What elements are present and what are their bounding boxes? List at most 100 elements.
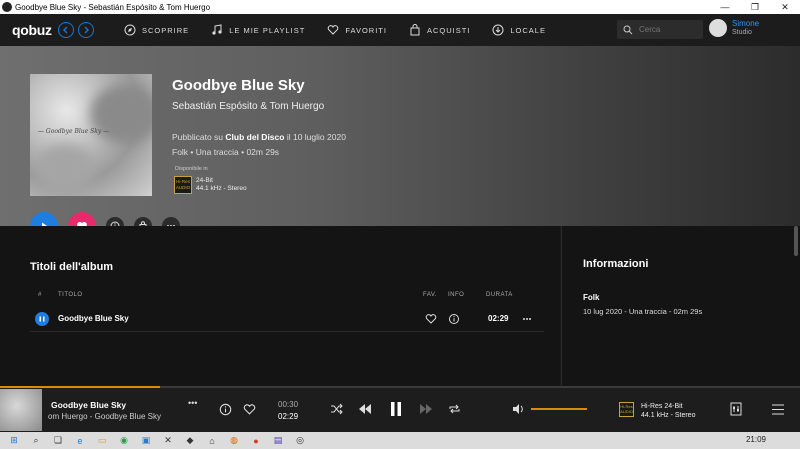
qobuz-logo[interactable]: qobuz xyxy=(12,22,58,38)
heart-icon[interactable] xyxy=(243,403,256,416)
hires-audio-badge: Hi-Res AUDIO xyxy=(619,402,634,417)
quality-samplerate: 44.1 kHz - Stereo xyxy=(641,412,696,419)
quality-bitdepth: Hi-Res 24-Bit xyxy=(641,403,683,410)
quality-samplerate: 44.1 kHz - Stereo xyxy=(196,185,247,192)
player-more-button[interactable]: ••• xyxy=(188,398,197,408)
queue-icon[interactable] xyxy=(771,404,785,415)
window-title: Goodbye Blue Sky - Sebastián Espósito & … xyxy=(15,2,211,12)
nav-locale[interactable]: LOCALE xyxy=(492,24,546,36)
table-row[interactable]: Goodbye Blue Sky 02:29 xyxy=(30,308,544,332)
app-icon[interactable]: ◆ xyxy=(182,435,198,447)
published-date: il 10 luglio 2020 xyxy=(286,132,346,142)
chevron-right-icon xyxy=(84,26,89,34)
more-dots-icon[interactable] xyxy=(522,316,532,322)
forward-button[interactable] xyxy=(78,22,94,38)
audio-settings-icon[interactable] xyxy=(730,402,742,416)
user-name: Simone xyxy=(732,19,760,28)
album-header: — Goodbye Blue Sky — Goodbye Blue Sky Se… xyxy=(0,46,800,240)
hires-audio-badge: Hi-Res AUDIO xyxy=(174,176,192,194)
nav-label: LOCALE xyxy=(510,25,546,35)
info-title: Informazioni xyxy=(583,258,649,270)
qobuz-taskbar-icon[interactable]: ◎ xyxy=(292,435,308,447)
volume-slider[interactable] xyxy=(531,408,587,410)
player-bar: Goodbye Blue Sky om Huergo - Goodbye Blu… xyxy=(0,386,800,432)
search-box[interactable] xyxy=(617,20,703,39)
album-cover: — Goodbye Blue Sky — xyxy=(30,74,152,196)
edge-icon[interactable]: e xyxy=(72,435,88,447)
published-prefix: Pubblicato su xyxy=(172,132,224,142)
nav-acquisti[interactable]: ACQUISTI xyxy=(409,24,470,36)
track-duration: 02:29 xyxy=(488,314,509,323)
maximize-icon[interactable]: ❐ xyxy=(740,0,770,14)
download-icon xyxy=(492,24,504,36)
info-genre[interactable]: Folk xyxy=(583,293,599,302)
record-label-link[interactable]: Club del Disco xyxy=(225,132,284,142)
user-menu[interactable]: Simone Studio xyxy=(709,19,759,37)
avatar[interactable] xyxy=(709,19,727,37)
chrome-icon[interactable]: ◉ xyxy=(116,435,132,447)
info-icon[interactable] xyxy=(448,313,460,325)
track-title: Goodbye Blue Sky xyxy=(58,314,129,323)
playback-progress[interactable] xyxy=(0,386,800,388)
scrollbar-thumb[interactable] xyxy=(794,226,798,256)
nav-favoriti[interactable]: FAVORITI xyxy=(327,24,387,36)
task-view-icon[interactable]: ❏ xyxy=(50,435,66,447)
nav-label: ACQUISTI xyxy=(426,25,471,35)
nav-label: FAVORITI xyxy=(345,25,387,35)
next-icon[interactable] xyxy=(419,403,433,415)
track-playing-indicator[interactable] xyxy=(35,312,49,326)
app-icon[interactable]: ● xyxy=(248,435,264,447)
track-list-section: Titoli dell'album # TITOLO FAV. INFO DUR… xyxy=(0,226,560,386)
minimize-icon[interactable]: — xyxy=(710,0,740,14)
section-title: Titoli dell'album xyxy=(30,261,114,273)
volume-icon[interactable] xyxy=(512,403,525,415)
elapsed-time: 00:30 xyxy=(278,400,299,409)
now-playing-subtitle[interactable]: om Huergo - Goodbye Blue Sky xyxy=(48,412,161,421)
windows-start-icon[interactable]: ⊞ xyxy=(6,435,22,447)
heart-icon xyxy=(328,25,339,35)
shuffle-icon[interactable] xyxy=(330,403,343,415)
file-explorer-icon[interactable]: ▭ xyxy=(94,435,110,447)
previous-icon[interactable] xyxy=(358,403,372,415)
back-button[interactable] xyxy=(58,22,74,38)
search-icon xyxy=(623,25,633,34)
clock: 21:09 xyxy=(745,435,766,444)
pause-icon[interactable] xyxy=(389,401,403,417)
search-icon[interactable]: ⌕ xyxy=(28,435,44,447)
chevron-left-icon xyxy=(63,26,68,34)
album-published: Pubblicato su Club del Disco il 10 lugli… xyxy=(172,132,346,142)
close-icon[interactable]: ✕ xyxy=(770,0,800,14)
nav-label: LE MIE PLAYLIST xyxy=(229,25,306,35)
windows-taskbar: ⊞ ⌕ ❏ e ▭ ◉ ▣ ✕ ◆ ⌂ ◍ ● ▤ ◎ 21:09 xyxy=(0,432,800,449)
cover-text: — Goodbye Blue Sky — xyxy=(38,128,110,135)
playback-times: 00:30 02:29 xyxy=(278,399,298,423)
bag-icon xyxy=(410,24,420,36)
header-info: INFO xyxy=(448,292,465,298)
now-playing-title[interactable]: Goodbye Blue Sky xyxy=(51,400,126,410)
app-icon[interactable]: ⌂ xyxy=(204,435,220,447)
nav-scoprire[interactable]: SCOPRIRE xyxy=(124,24,189,36)
album-quality: 24-Bit 44.1 kHz - Stereo xyxy=(196,177,247,193)
app-icon[interactable]: ✕ xyxy=(160,435,176,447)
available-in-label: Disponibile in xyxy=(175,166,208,172)
app-icon[interactable]: ▤ xyxy=(270,435,286,447)
header-fav: FAV. xyxy=(423,292,438,298)
total-time: 02:29 xyxy=(278,412,299,421)
header-duration: DURATA xyxy=(486,292,513,298)
info-icon[interactable] xyxy=(219,403,232,416)
search-input[interactable] xyxy=(639,25,703,34)
repeat-icon[interactable] xyxy=(448,403,461,415)
header-num: # xyxy=(38,292,42,298)
album-meta: Folk • Una traccia • 02m 29s xyxy=(172,147,280,157)
now-playing-cover[interactable] xyxy=(0,389,42,431)
user-plan: Studio xyxy=(732,29,752,36)
album-artist[interactable]: Sebastián Espósito & Tom Huergo xyxy=(172,101,324,112)
player-quality: Hi-Res 24-Bit 44.1 kHz - Stereo xyxy=(641,402,695,420)
heart-icon[interactable] xyxy=(425,313,437,325)
firefox-icon[interactable]: ◍ xyxy=(226,435,242,447)
compass-icon xyxy=(124,24,136,36)
nav-le-mie-playlist[interactable]: LE MIE PLAYLIST xyxy=(211,24,305,36)
pause-icon xyxy=(39,316,45,322)
app-icon[interactable]: ▣ xyxy=(138,435,154,447)
top-navigation: qobuz SCOPRIRE LE MIE PLAYLIST FAVORITI … xyxy=(0,14,800,46)
